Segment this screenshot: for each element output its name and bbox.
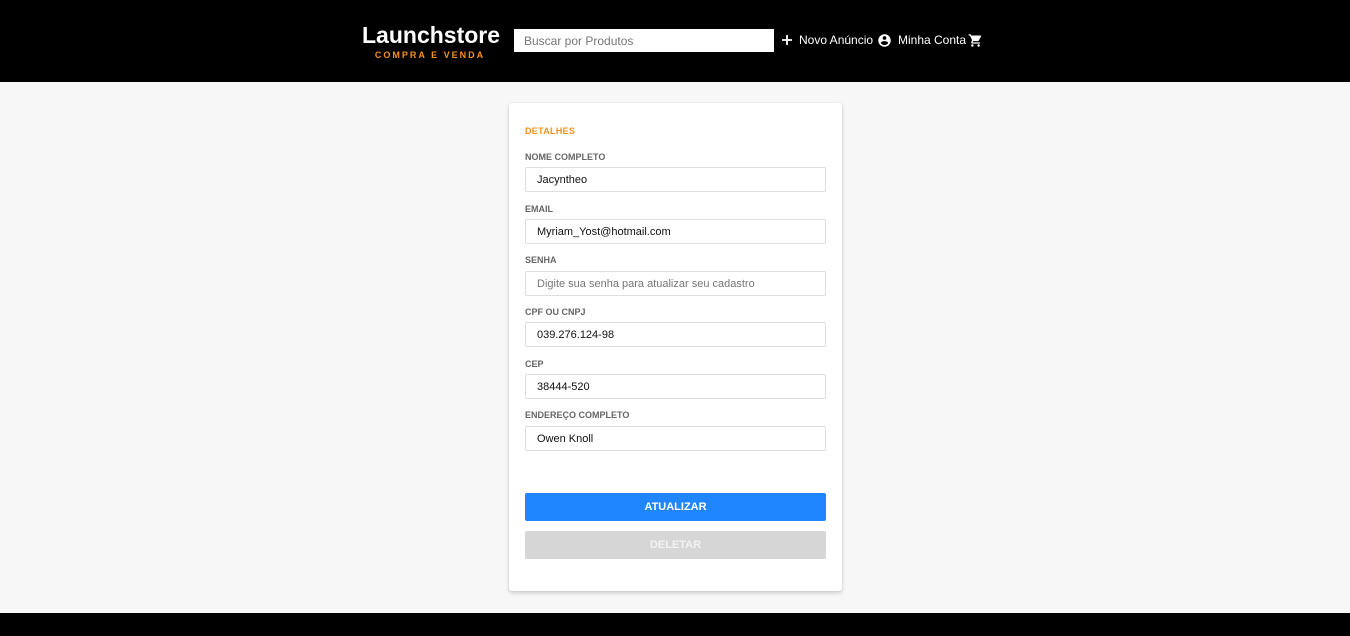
update-button[interactable]: ATUALIZAR xyxy=(525,493,826,521)
user-details-card: DETALHES NOME COMPLETO EMAIL SENHA CPF O… xyxy=(509,103,842,591)
full-name-input[interactable] xyxy=(525,167,826,192)
address-label: ENDEREÇO COMPLETO xyxy=(525,410,630,420)
brand-tagline: COMPRA E VENDA xyxy=(374,50,486,60)
address-input[interactable] xyxy=(525,426,826,451)
email-input[interactable] xyxy=(525,219,826,244)
section-title: DETALHES xyxy=(525,126,576,136)
cart-icon xyxy=(968,33,983,48)
cep-input[interactable] xyxy=(525,374,826,399)
cep-label: CEP xyxy=(525,359,544,369)
cart-link[interactable] xyxy=(968,31,983,49)
full-name-label: NOME COMPLETO xyxy=(525,152,606,162)
top-header: Launchstore COMPRA E VENDA Novo Anúncio … xyxy=(0,0,1350,82)
my-account-label: Minha Conta xyxy=(898,33,967,47)
cpf-cnpj-label: CPF OU CNPJ xyxy=(525,307,586,317)
brand-logo[interactable]: Launchstore COMPRA E VENDA xyxy=(362,22,501,61)
password-label: SENHA xyxy=(525,255,557,265)
my-account-link[interactable]: Minha Conta xyxy=(877,31,966,49)
search-input[interactable] xyxy=(514,29,774,52)
plus-icon xyxy=(781,34,793,46)
new-ad-label: Novo Anúncio xyxy=(799,33,874,47)
brand-name: Launchstore xyxy=(362,22,501,48)
password-input[interactable] xyxy=(525,271,826,296)
email-label: EMAIL xyxy=(525,204,553,214)
delete-button[interactable]: DELETAR xyxy=(525,531,826,559)
account-circle-icon xyxy=(877,33,892,48)
footer xyxy=(0,613,1350,636)
new-ad-link[interactable]: Novo Anúncio xyxy=(781,31,873,49)
cpf-cnpj-input[interactable] xyxy=(525,322,826,347)
